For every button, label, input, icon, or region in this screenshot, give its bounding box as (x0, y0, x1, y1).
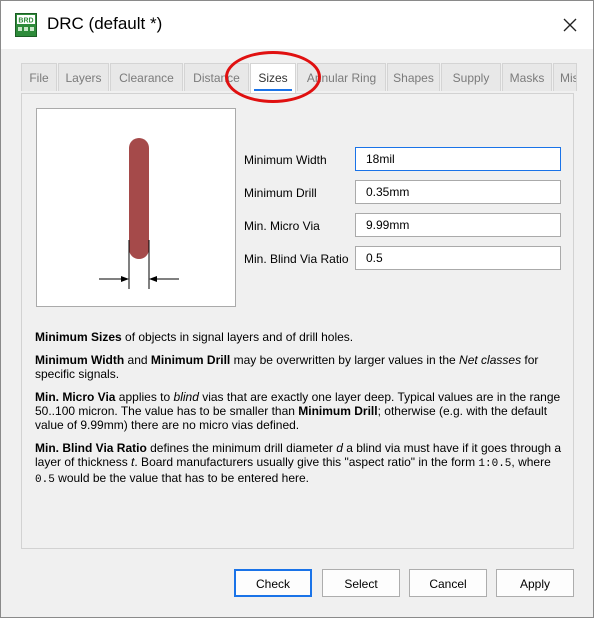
tab-sizes[interactable]: Sizes (250, 63, 296, 93)
help-paragraph-blind-via: Min. Blind Via Ratio defines the minimum… (35, 441, 562, 486)
min-drill-label: Minimum Drill (244, 186, 317, 200)
min-blind-via-ratio-input[interactable] (355, 246, 561, 270)
window-title: DRC (default *) (47, 14, 163, 33)
tab-clearance[interactable]: Clearance (110, 63, 183, 91)
check-button[interactable]: Check (234, 569, 312, 597)
tab-distance[interactable]: Distance (184, 63, 249, 91)
close-button[interactable] (555, 11, 585, 39)
drc-dialog: BRD DRC (default *) File Layers Clearanc… (0, 0, 594, 618)
min-micro-via-label: Min. Micro Via (244, 219, 320, 233)
help-text: Minimum Sizes of objects in signal layer… (35, 330, 563, 496)
title-bar: BRD DRC (default *) (1, 1, 593, 49)
active-tab-indicator (254, 89, 292, 91)
tab-bar: File Layers Clearance Distance Sizes Ann… (21, 63, 577, 93)
min-width-illustration (36, 108, 236, 307)
tab-supply[interactable]: Supply (441, 63, 501, 91)
tab-layers[interactable]: Layers (58, 63, 109, 91)
min-width-label: Minimum Width (244, 153, 327, 167)
sizes-panel: Minimum Width Minimum Drill Min. Micro V… (21, 93, 574, 549)
tab-shapes[interactable]: Shapes (387, 63, 440, 91)
close-icon (563, 18, 577, 32)
help-paragraph-micro-via: Min. Micro Via applies to blind vias tha… (35, 390, 561, 432)
tab-file[interactable]: File (21, 63, 57, 91)
help-paragraph-width-drill: Minimum Width and Minimum Drill may be o… (35, 353, 539, 381)
apply-button[interactable]: Apply (496, 569, 574, 597)
board-app-icon: BRD (15, 13, 37, 37)
min-micro-via-input[interactable] (355, 213, 561, 237)
min-blind-via-ratio-label: Min. Blind Via Ratio (244, 252, 349, 266)
tab-annular-ring[interactable]: Annular Ring (297, 63, 386, 91)
svg-text:BRD: BRD (18, 18, 33, 25)
select-button[interactable]: Select (322, 569, 400, 597)
tab-masks[interactable]: Masks (502, 63, 552, 91)
min-drill-input[interactable] (355, 180, 561, 204)
min-width-input[interactable] (355, 147, 561, 171)
help-paragraph-min-sizes: Minimum Sizes of objects in signal layer… (35, 330, 354, 344)
trace-width-diagram (99, 138, 179, 289)
cancel-button[interactable]: Cancel (409, 569, 487, 597)
tab-misc[interactable]: Mis (553, 63, 577, 91)
